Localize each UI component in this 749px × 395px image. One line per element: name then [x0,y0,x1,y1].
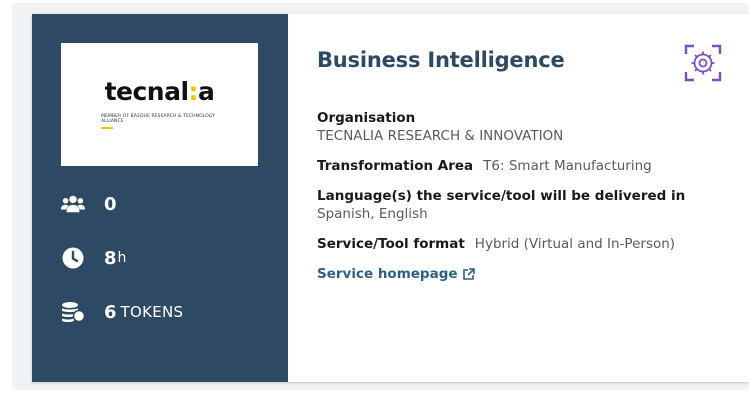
hours-unit: h [117,250,127,266]
service-homepage-link[interactable]: Service homepage [317,266,475,282]
logo-accent-bar [101,127,113,129]
service-homepage-label[interactable]: Service homepage [317,266,458,282]
service-details: Business Intelligence Organisation TECNA… [288,14,749,382]
stat-participants: 0 [61,192,117,216]
provider-panel: tecnal:a MEMBER OF BASQUE RESEARCH & TEC… [32,14,288,382]
clock-icon [61,246,85,270]
logo-subtitle: MEMBER OF BASQUE RESEARCH & TECHNOLOGY A… [101,114,216,124]
people-group-icon [61,192,85,216]
transformation-area-label: Transformation Area [317,158,474,174]
coins-icon [61,300,85,324]
hours-count: 8 [104,247,117,269]
page: tecnal:a MEMBER OF BASQUE RESEARCH & TEC… [0,0,749,395]
transformation-area-value: T6: Smart Manufacturing [483,158,652,174]
provider-logo: tecnal:a MEMBER OF BASQUE RESEARCH & TEC… [61,43,258,166]
stat-tokens: 6 TOKENS [61,300,183,324]
gear-icon [684,44,722,82]
format-row: Service/Tool format Hybrid (Virtual and I… [317,236,675,252]
organisation-value: TECNALIA RESEARCH & INNOVATION [317,128,564,144]
format-value: Hybrid (Virtual and In-Person) [474,236,676,252]
format-label: Service/Tool format [317,236,465,252]
stat-hours: 8 h [61,246,126,270]
language-value: Spanish, English [317,206,428,222]
external-link-icon [462,267,475,280]
service-card[interactable]: tecnal:a MEMBER OF BASQUE RESEARCH & TEC… [32,14,749,382]
participants-count: 0 [104,193,117,215]
tokens-count: 6 [104,301,117,323]
service-title[interactable]: Business Intelligence [317,48,565,72]
tokens-unit: TOKENS [120,303,184,321]
organisation-label: Organisation [317,110,416,126]
logo-wordmark: tecnal:a [104,77,215,106]
transformation-area-row: Transformation Area T6: Smart Manufacturi… [317,158,652,174]
language-label: Language(s) the service/tool will be del… [317,188,686,204]
